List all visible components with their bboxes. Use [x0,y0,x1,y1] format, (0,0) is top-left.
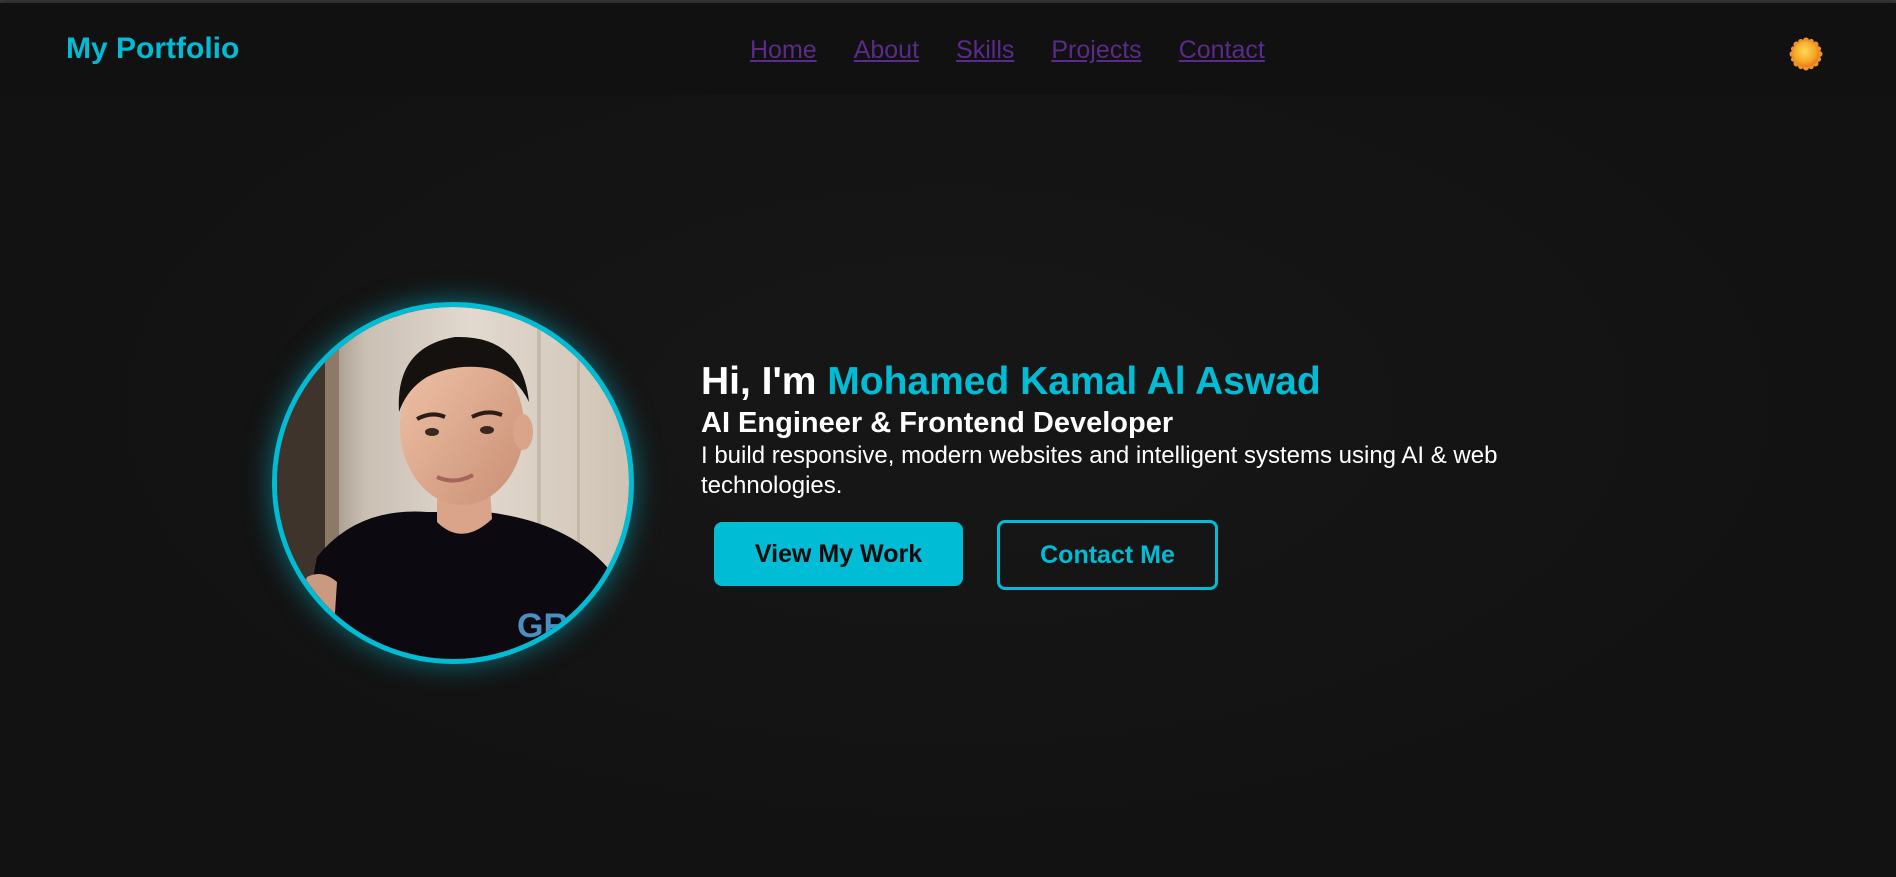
hero-intro: Hi, I'm Mohamed Kamal Al Aswad AI Engine… [701,358,1601,501]
hero-greeting: Hi, I'm Mohamed Kamal Al Aswad [701,358,1601,406]
view-my-work-button[interactable]: View My Work [714,522,963,586]
nav-item-projects: Projects [1051,35,1141,65]
hero-name: Mohamed Kamal Al Aswad [827,360,1321,403]
nav-item-contact: Contact [1179,35,1265,65]
sun-icon [1789,37,1823,71]
contact-me-button[interactable]: Contact Me [997,520,1218,590]
theme-toggle-button[interactable] [1789,37,1823,71]
site-logo[interactable]: My Portfolio [66,32,239,66]
nav-link-projects[interactable]: Projects [1051,36,1141,64]
nav-links: Home About Skills Projects Contact [750,35,1265,65]
nav-link-home[interactable]: Home [750,36,817,64]
nav-link-about[interactable]: About [854,36,919,64]
hero-description: I build responsive, modern websites and … [701,442,1498,499]
hero-buttons: View My Work Contact Me [714,520,1218,590]
nav-link-contact[interactable]: Contact [1179,36,1265,64]
profile-photo: GR [272,302,634,664]
nav-link-skills[interactable]: Skills [956,36,1014,64]
nav-item-skills: Skills [956,35,1014,65]
hero-role: AI Engineer & Frontend Developer [701,407,1174,439]
profile-photo-illustration: GR [277,307,629,659]
nav-item-about: About [854,35,919,65]
nav-item-home: Home [750,35,817,65]
greeting-prefix: Hi, I'm [701,360,828,403]
navbar: My Portfolio Home About Skills Projects … [0,3,1896,95]
